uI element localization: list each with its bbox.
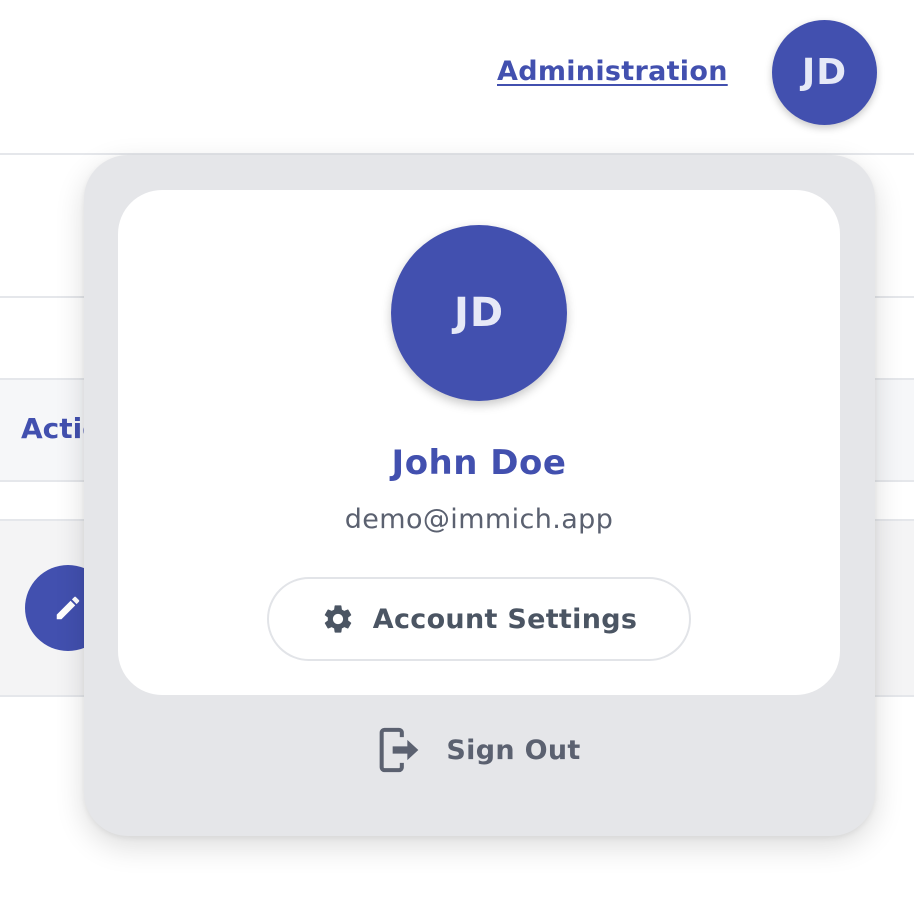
- user-avatar-button[interactable]: JD: [772, 20, 877, 125]
- profile-avatar: JD: [391, 225, 567, 401]
- sign-out-label: Sign Out: [446, 734, 581, 766]
- account-dropdown: JD John Doe demo@immich.app Account Sett…: [84, 155, 875, 836]
- gear-icon: [324, 605, 351, 633]
- account-info-card: JD John Doe demo@immich.app Account Sett…: [118, 190, 840, 695]
- pencil-icon: [56, 596, 80, 620]
- top-bar: Administration JD: [0, 0, 914, 155]
- administration-link[interactable]: Administration: [497, 56, 728, 87]
- account-settings-button[interactable]: Account Settings: [267, 577, 691, 661]
- theme-toggle-button[interactable]: [366, 50, 418, 102]
- user-name: John Doe: [391, 443, 567, 483]
- sign-out-button[interactable]: Sign Out: [84, 720, 875, 780]
- page: Administration JD Actio JD John Doe demo…: [0, 0, 914, 906]
- account-settings-label: Account Settings: [372, 603, 638, 635]
- moon-icon: [377, 59, 409, 92]
- user-email: demo@immich.app: [344, 504, 614, 535]
- sign-out-icon: [380, 727, 419, 773]
